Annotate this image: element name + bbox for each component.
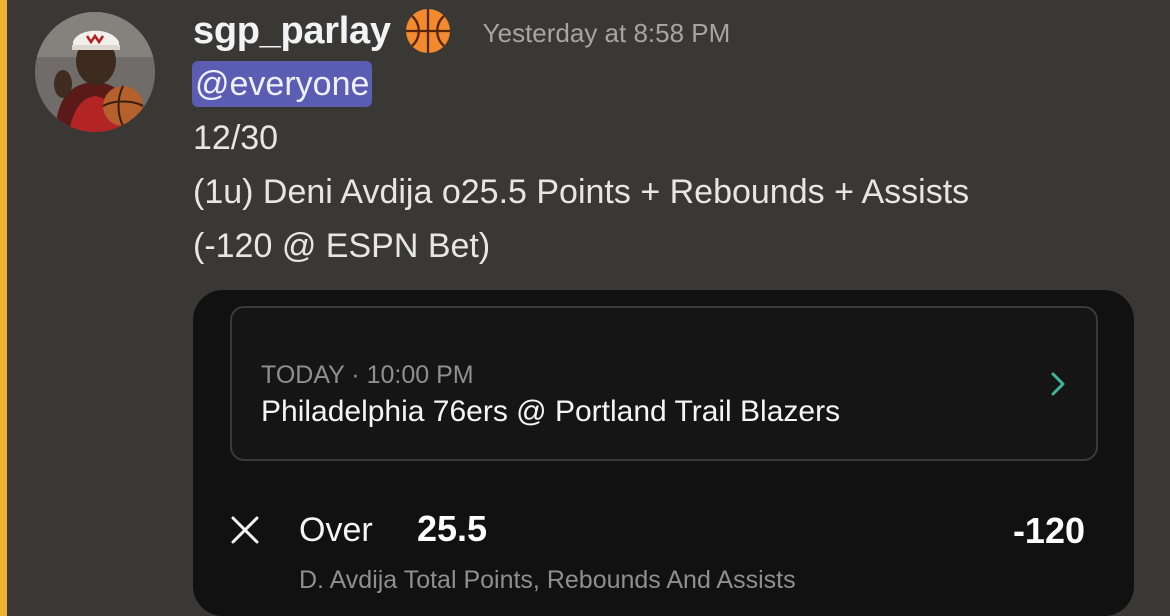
avatar-image — [35, 12, 155, 132]
message-timestamp: Yesterday at 8:58 PM — [482, 17, 731, 48]
chevron-right-icon[interactable] — [1048, 370, 1068, 398]
message-pick-line: (1u) Deni Avdija o25.5 Points + Rebounds… — [193, 173, 970, 211]
mention-highlight-bar — [0, 0, 7, 616]
bet-line: 25.5 — [417, 508, 488, 549]
bet-embed-card: TODAY · 10:00 PM Philadelphia 76ers @ Po… — [193, 290, 1134, 616]
game-link-row[interactable]: TODAY · 10:00 PM Philadelphia 76ers @ Po… — [230, 306, 1098, 461]
message-odds-line: (-120 @ ESPN Bet) — [193, 227, 491, 265]
game-matchup: Philadelphia 76ers @ Portland Trail Blaz… — [261, 395, 841, 428]
game-time: TODAY · 10:00 PM — [261, 361, 474, 389]
everyone-mention[interactable]: @everyone — [192, 61, 373, 107]
bet-side: Over — [299, 511, 373, 549]
user-avatar[interactable] — [35, 12, 155, 132]
username[interactable]: sgp_parlay — [193, 10, 391, 53]
basketball-icon — [403, 6, 453, 56]
bet-odds: -120 — [1012, 510, 1085, 551]
close-icon[interactable] — [230, 515, 260, 545]
bet-market: D. Avdija Total Points, Rebounds And Ass… — [299, 566, 796, 594]
message-header: sgp_parlay Yesterday at 8:58 PM — [193, 6, 730, 56]
message-date-line: 12/30 — [193, 119, 279, 157]
